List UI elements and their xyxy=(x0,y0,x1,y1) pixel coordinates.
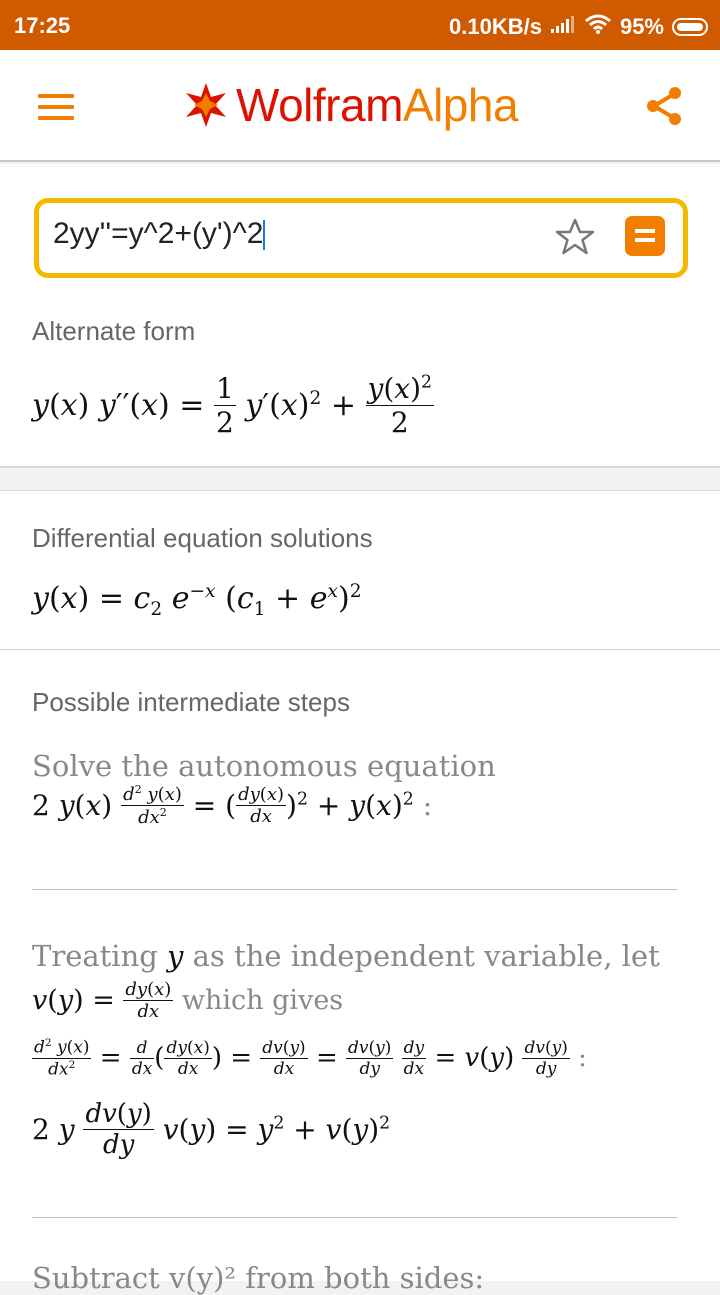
section-divider xyxy=(0,649,720,650)
step-divider xyxy=(32,889,677,890)
pod-alternate-form: Alternate form y(x) y′′(x) = 12 y′(x)2 +… xyxy=(0,310,720,468)
step2-definition: v(y) = dy(x) dx which gives xyxy=(32,979,344,1022)
spikey-logo-icon xyxy=(186,83,226,127)
step3-text: Subtract v(y)² from both sides: xyxy=(32,1261,485,1295)
search-box[interactable]: 2yy''=y^2+(y')^2 xyxy=(34,198,688,278)
menu-icon[interactable] xyxy=(38,94,74,120)
step-divider xyxy=(32,1217,677,1218)
pod-title-alternate-form: Alternate form xyxy=(32,316,196,346)
wifi-icon xyxy=(584,13,612,41)
app-bar: WolframAlpha xyxy=(0,50,720,162)
brand-wolfram: Wolfram xyxy=(236,79,403,131)
pod-title-solutions: Differential equation solutions xyxy=(32,523,373,553)
brand-alpha: Alpha xyxy=(402,79,519,131)
search-input[interactable]: 2yy''=y^2+(y')^2 xyxy=(53,217,533,257)
step1-equation: 2 y(x) d2 y(x) dx2 = (dy(x) dx)2 + y(x)2 : xyxy=(32,783,433,828)
status-bar: 17:25 0.10KB/s 95% xyxy=(0,0,720,50)
pod-solutions: Differential equation solutions y(x) = c… xyxy=(0,490,720,1295)
step2-text: Treating y as the independent variable, … xyxy=(32,939,660,973)
text-cursor xyxy=(263,220,266,251)
share-icon[interactable] xyxy=(644,86,684,126)
favorite-star-icon[interactable] xyxy=(555,217,595,257)
search-card: 2yy''=y^2+(y')^2 xyxy=(0,164,720,311)
compute-equals-button[interactable] xyxy=(625,216,665,256)
pod-title-steps: Possible intermediate steps xyxy=(32,687,350,717)
network-speed: 0.10KB/s xyxy=(449,14,542,39)
wolfram-alpha-logo: WolframAlpha xyxy=(182,78,519,132)
battery-icon xyxy=(672,18,708,36)
step2-derivation: d2 y(x) dx2 = d dx(dy(x) dx) = dv(y) dx = dv… xyxy=(32,1037,587,1080)
step1-text: Solve the autonomous equation xyxy=(32,749,496,783)
status-time: 17:25 xyxy=(14,13,71,38)
alternate-form-equation: y(x) y′′(x) = 12 y′(x)2 + y(x)2 2 xyxy=(32,372,435,439)
signal-icon xyxy=(550,14,576,40)
step2-result: 2 y dv(y) dy v(y) = y2 + v(y)2 xyxy=(32,1099,391,1160)
solution-equation: y(x) = c2 e−x (c1 + ex)2 xyxy=(32,581,362,620)
battery-level: 95% xyxy=(619,14,664,39)
